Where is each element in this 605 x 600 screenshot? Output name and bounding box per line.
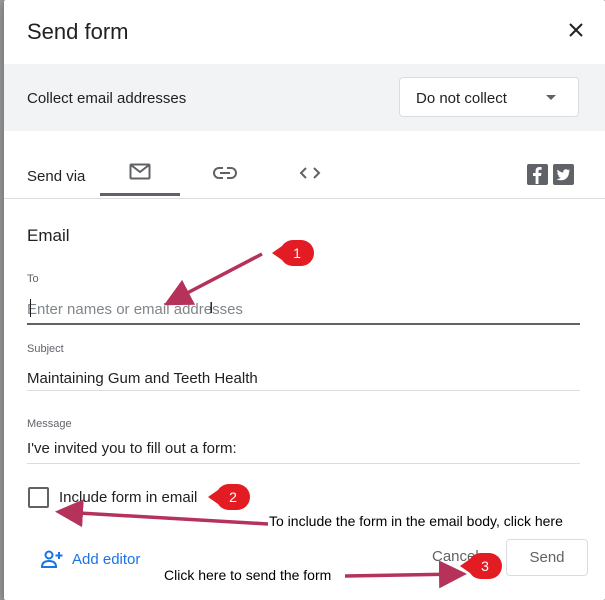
to-label: To — [27, 273, 39, 285]
subject-input[interactable]: Maintaining Gum and Teeth Health — [27, 370, 580, 390]
facebook-share-button[interactable] — [527, 164, 548, 185]
close-icon — [569, 23, 583, 37]
send-form-dialog: Send form Collect email addresses Do not… — [4, 0, 605, 600]
link-icon — [213, 167, 237, 179]
annotation-note-include-form: To include the form in the email body, c… — [269, 513, 563, 529]
to-input-underline — [27, 323, 580, 325]
include-form-label: Include form in email — [59, 489, 198, 506]
dialog-title: Send form — [27, 19, 129, 44]
ibeam-cursor-icon: I — [209, 300, 214, 317]
add-editor-button[interactable]: Add editor — [40, 550, 140, 568]
email-icon — [129, 163, 151, 180]
facebook-icon — [533, 167, 542, 184]
send-via-row: Send via — [4, 150, 605, 199]
collect-email-label: Collect email addresses — [27, 90, 187, 107]
annotation-badge-3: 3 — [460, 553, 502, 579]
annotation-badge-1: 1 — [272, 240, 314, 266]
collect-email-select[interactable]: Do not collect — [399, 77, 579, 117]
add-person-icon — [40, 550, 63, 568]
email-section-title: Email — [27, 226, 70, 245]
text-caret — [30, 299, 31, 317]
add-editor-label: Add editor — [72, 550, 141, 568]
include-form-checkbox[interactable] — [28, 487, 49, 508]
close-button[interactable] — [562, 16, 590, 44]
tab-link[interactable] — [185, 150, 265, 196]
annotation-note-send: Click here to send the form — [164, 567, 332, 583]
tab-embed[interactable] — [270, 150, 350, 196]
to-input[interactable] — [27, 299, 580, 319]
message-input-underline — [27, 463, 580, 464]
subject-input-underline — [27, 390, 580, 391]
tab-email[interactable] — [100, 150, 180, 196]
collect-email-row: Collect email addresses Do not collect — [4, 64, 605, 131]
dropdown-arrow-icon — [546, 95, 556, 100]
send-button[interactable]: Send — [506, 539, 588, 576]
embed-icon — [299, 167, 321, 179]
send-via-label: Send via — [27, 168, 86, 185]
twitter-share-button[interactable] — [553, 164, 574, 185]
annotation-badge-2: 2 — [208, 484, 250, 510]
twitter-icon — [556, 169, 570, 181]
message-label: Message — [27, 418, 72, 430]
message-input[interactable]: I've invited you to fill out a form: — [27, 440, 580, 460]
subject-label: Subject — [27, 343, 64, 355]
collect-email-selected-value: Do not collect — [416, 90, 507, 107]
